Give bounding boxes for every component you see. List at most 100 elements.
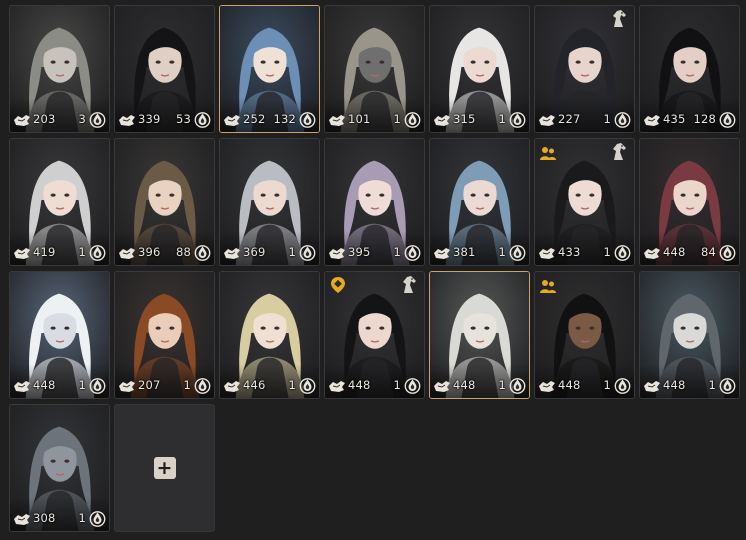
count-value: 207 <box>138 378 161 392</box>
slot-count: 101 <box>328 110 371 128</box>
slot-count: 396 <box>118 243 161 261</box>
appearance-slot[interactable]: 203 3 <box>9 5 110 133</box>
slot-quantity: 1 <box>603 243 631 261</box>
quantity-value: 1 <box>603 245 611 259</box>
dye-drop-icon <box>194 376 211 395</box>
hand-icon <box>328 112 346 127</box>
hand-icon <box>433 378 451 393</box>
hand-icon <box>13 378 31 393</box>
dye-drop-icon <box>404 376 421 395</box>
appearance-slot[interactable]: 315 1 <box>429 5 530 133</box>
slot-count: 448 <box>328 376 371 394</box>
slot-count: 448 <box>13 376 56 394</box>
slot-count: 448 <box>433 376 476 394</box>
count-value: 433 <box>558 245 581 259</box>
hand-icon <box>118 112 136 127</box>
slot-quantity: 1 <box>393 376 421 394</box>
count-value: 203 <box>33 112 56 126</box>
hand-icon <box>643 112 661 127</box>
appearance-slot[interactable]: 395 1 <box>324 138 425 266</box>
appearance-slot[interactable]: 448 1 <box>429 271 530 399</box>
dye-drop-icon <box>509 376 526 395</box>
slot-count: 339 <box>118 110 161 128</box>
slot-quantity: 1 <box>183 376 211 394</box>
slot-count: 448 <box>643 243 686 261</box>
count-value: 315 <box>453 112 476 126</box>
quantity-value: 1 <box>393 245 401 259</box>
count-value: 369 <box>243 245 266 259</box>
count-value: 396 <box>138 245 161 259</box>
count-value: 339 <box>138 112 161 126</box>
quantity-value: 1 <box>288 245 296 259</box>
count-value: 448 <box>663 378 686 392</box>
count-value: 381 <box>453 245 476 259</box>
appearance-slot[interactable]: 101 1 <box>324 5 425 133</box>
appearance-slot[interactable]: 448 1 <box>324 271 425 399</box>
slot-quantity: 53 <box>176 110 211 128</box>
hand-icon <box>433 245 451 260</box>
slot-count: 435 <box>643 110 686 128</box>
count-value: 448 <box>33 378 56 392</box>
appearance-slot[interactable]: 435 128 <box>639 5 740 133</box>
appearance-slot[interactable]: 446 1 <box>219 271 320 399</box>
quantity-value: 1 <box>393 112 401 126</box>
slot-quantity: 1 <box>288 243 316 261</box>
appearance-slot[interactable]: 433 1 <box>534 138 635 266</box>
appearance-slot[interactable]: 339 53 <box>114 5 215 133</box>
hand-icon <box>13 245 31 260</box>
slot-quantity: 84 <box>701 243 736 261</box>
appearance-slot[interactable]: 448 1 <box>9 271 110 399</box>
dye-drop-icon <box>614 376 631 395</box>
hand-icon <box>643 245 661 260</box>
appearance-slot[interactable]: 396 88 <box>114 138 215 266</box>
appearance-slot[interactable]: 448 84 <box>639 138 740 266</box>
quantity-value: 84 <box>700 245 716 259</box>
slot-quantity: 1 <box>393 110 421 128</box>
appearance-slot[interactable]: 448 1 <box>639 271 740 399</box>
hand-icon <box>118 245 136 260</box>
count-value: 227 <box>558 112 581 126</box>
horse-icon <box>403 276 416 293</box>
hand-icon <box>223 378 241 393</box>
hand-icon <box>538 112 556 127</box>
hand-icon <box>223 245 241 260</box>
count-value: 395 <box>348 245 371 259</box>
count-value: 101 <box>348 112 371 126</box>
dye-drop-icon <box>299 376 316 395</box>
slot-quantity: 1 <box>708 376 736 394</box>
slot-quantity: 132 <box>273 110 316 128</box>
quantity-value: 1 <box>603 112 611 126</box>
appearance-grid: 203 3 339 53 252 132 101 1 315 1 227 1 4… <box>9 5 740 532</box>
dye-drop-icon <box>614 110 631 129</box>
slot-count: 448 <box>538 376 581 394</box>
quantity-value: 1 <box>183 378 191 392</box>
quantity-value: 53 <box>175 112 191 126</box>
hand-icon <box>118 378 136 393</box>
plus-icon[interactable]: + <box>153 457 176 479</box>
count-value: 448 <box>558 378 581 392</box>
appearance-slot[interactable]: 252 132 <box>219 5 320 133</box>
count-value: 419 <box>33 245 56 259</box>
count-value: 448 <box>453 378 476 392</box>
slot-count: 315 <box>433 110 476 128</box>
dye-drop-icon <box>404 243 421 262</box>
dye-drop-icon <box>719 243 736 262</box>
quantity-value: 1 <box>708 378 716 392</box>
appearance-slot[interactable]: 308 1 <box>9 404 110 532</box>
appearance-slot[interactable]: 419 1 <box>9 138 110 266</box>
slot-count: 207 <box>118 376 161 394</box>
family-icon <box>540 147 556 160</box>
appearance-slot[interactable]: 369 1 <box>219 138 320 266</box>
quantity-value: 1 <box>78 245 86 259</box>
add-slot-button[interactable]: + <box>114 404 215 532</box>
appearance-slot[interactable]: 381 1 <box>429 138 530 266</box>
appearance-slot[interactable]: 207 1 <box>114 271 215 399</box>
count-value: 435 <box>663 112 686 126</box>
appearance-slot[interactable]: 448 1 <box>534 271 635 399</box>
slot-quantity: 3 <box>78 110 106 128</box>
appearance-slot[interactable]: 227 1 <box>534 5 635 133</box>
dye-drop-icon <box>194 110 211 129</box>
slot-count: 448 <box>643 376 686 394</box>
slot-quantity: 1 <box>288 376 316 394</box>
count-value: 448 <box>348 378 371 392</box>
